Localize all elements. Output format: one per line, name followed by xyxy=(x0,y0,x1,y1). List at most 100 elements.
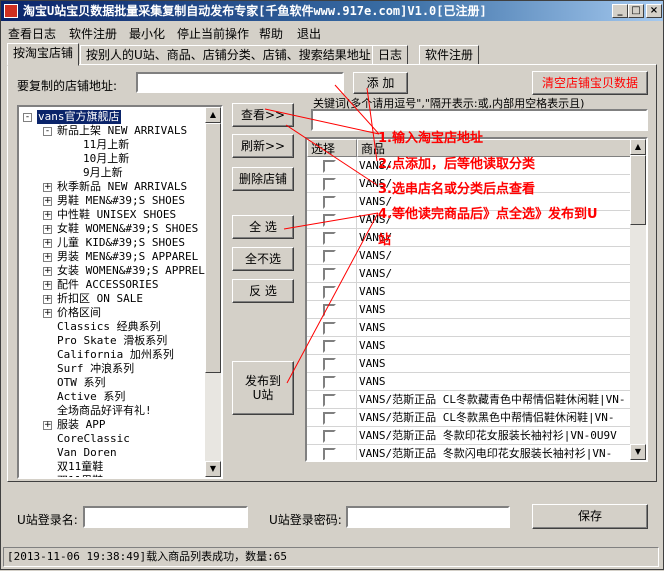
publish-button[interactable]: 发布到 U站 xyxy=(232,361,294,415)
tree-item[interactable]: 配件 ACCESSORIES xyxy=(57,278,158,292)
menu-exit[interactable]: 退出 xyxy=(297,25,321,42)
row-checkbox[interactable] xyxy=(323,448,336,460)
collapse-root-icon[interactable]: - xyxy=(23,113,32,122)
tree-item[interactable]: 中性鞋 UNISEX SHOES xyxy=(57,208,176,222)
close-button[interactable]: × xyxy=(646,4,662,18)
tree-item[interactable]: 男鞋 MEN&#39;S SHOES xyxy=(57,194,185,208)
table-row[interactable]: VANS xyxy=(307,301,632,319)
table-row[interactable]: VANS xyxy=(307,283,632,301)
expand-icon[interactable]: + xyxy=(43,239,52,248)
tree-item[interactable]: 女鞋 WOMEN&#39;S SHOES xyxy=(57,222,198,236)
menu-view-log[interactable]: 查看日志 xyxy=(8,25,56,42)
row-checkbox[interactable] xyxy=(323,268,336,281)
tree-item[interactable]: 价格区间 xyxy=(57,306,101,320)
table-row[interactable]: VANS/范斯正品 冬款闪电印花女服装长袖衬衫|VN- xyxy=(307,445,632,460)
table-row[interactable]: VANS/ xyxy=(307,247,632,265)
category-tree[interactable]: - vans官方旗舰店 - 新品上架 NEW ARRIVALS 11月上新 10月上新… xyxy=(17,105,223,479)
row-checkbox[interactable] xyxy=(323,196,336,209)
scroll-thumb[interactable] xyxy=(205,123,221,373)
maximize-button[interactable]: □ xyxy=(628,4,644,18)
row-checkbox[interactable] xyxy=(323,178,336,191)
table-row[interactable]: VANS/范斯正品 冬款印花女服装长袖衬衫|VN-0U9V xyxy=(307,427,632,445)
table-row[interactable]: VANS xyxy=(307,319,632,337)
save-button[interactable]: 保存 xyxy=(532,504,648,529)
tree-item[interactable]: Van Doren xyxy=(57,446,117,460)
delete-shop-button[interactable]: 删除店铺 xyxy=(232,167,294,191)
tab-by-shop[interactable]: 按淘宝店铺 xyxy=(7,43,80,66)
tree-item[interactable]: 9月上新 xyxy=(83,166,123,180)
menu-minimize[interactable]: 最小化 xyxy=(129,25,165,42)
expand-icon[interactable]: + xyxy=(43,253,52,262)
table-row[interactable]: VANS xyxy=(307,337,632,355)
collapse-icon[interactable]: - xyxy=(43,127,52,136)
tree-item[interactable]: Pro Skate 滑板系列 xyxy=(57,334,167,348)
tab-by-url[interactable]: 按别人的U站、商品、店铺分类、店铺、搜索结果地址 xyxy=(80,45,377,65)
tree-item[interactable]: 服装 APP xyxy=(57,418,106,432)
refresh-button[interactable]: 刷新>> xyxy=(232,134,294,158)
tree-item[interactable]: Surf 冲浪系列 xyxy=(57,362,134,376)
expand-icon[interactable]: + xyxy=(43,197,52,206)
tree-root[interactable]: vans官方旗舰店 xyxy=(37,110,121,124)
expand-icon[interactable]: + xyxy=(43,183,52,192)
expand-icon[interactable]: + xyxy=(43,225,52,234)
invert-selection-button[interactable]: 反 选 xyxy=(232,279,294,303)
shop-url-input[interactable] xyxy=(136,72,344,93)
tree-item[interactable]: 双11男鞋 xyxy=(57,474,103,477)
row-checkbox[interactable] xyxy=(323,322,336,335)
row-checkbox[interactable] xyxy=(323,340,336,353)
clear-shop-data-button[interactable]: 清空店铺宝贝数据 xyxy=(532,71,648,95)
tree-item[interactable]: 全场商品好评有礼! xyxy=(57,404,152,418)
row-checkbox[interactable] xyxy=(323,232,336,245)
tree-item[interactable]: 新品上架 NEW ARRIVALS xyxy=(57,124,187,138)
minimize-button[interactable]: _ xyxy=(612,4,628,18)
table-row[interactable]: VANS xyxy=(307,355,632,373)
table-row[interactable]: VANS/范斯正品 CL冬款藏青色中帮情侣鞋休闲鞋|VN- xyxy=(307,391,632,409)
row-checkbox[interactable] xyxy=(323,250,336,263)
tree-item[interactable]: 11月上新 xyxy=(83,138,129,152)
tree-item[interactable]: 秋季新品 NEW ARRIVALS xyxy=(57,180,187,194)
select-all-button[interactable]: 全 选 xyxy=(232,215,294,239)
view-button[interactable]: 查看>> xyxy=(232,103,294,127)
tab-register[interactable]: 软件注册 xyxy=(419,45,480,65)
expand-icon[interactable]: + xyxy=(43,309,52,318)
grid-scroll-down-icon[interactable]: ▼ xyxy=(630,444,646,460)
tree-item[interactable]: 双11童鞋 xyxy=(57,460,103,474)
scroll-down-icon[interactable]: ▼ xyxy=(205,461,221,477)
row-checkbox[interactable] xyxy=(323,160,336,173)
tree-item[interactable]: Active 系列 xyxy=(57,390,125,404)
row-checkbox[interactable] xyxy=(323,394,336,407)
row-checkbox[interactable] xyxy=(323,214,336,227)
menu-stop[interactable]: 停止当前操作 xyxy=(177,25,249,42)
tree-item[interactable]: OTW 系列 xyxy=(57,376,106,390)
row-checkbox[interactable] xyxy=(323,430,336,443)
grid-scrollbar[interactable]: ▲ ▼ xyxy=(630,139,646,460)
menu-register[interactable]: 软件注册 xyxy=(69,25,117,42)
tree-item[interactable]: 10月上新 xyxy=(83,152,129,166)
grid-scroll-up-icon[interactable]: ▲ xyxy=(630,139,646,155)
tree-item[interactable]: 折扣区 ON SALE xyxy=(57,292,143,306)
expand-icon[interactable]: + xyxy=(43,421,52,430)
tree-item[interactable]: Classics 经典系列 xyxy=(57,320,161,334)
add-button[interactable]: 添 加 xyxy=(353,72,408,94)
table-row[interactable]: VANS/ xyxy=(307,265,632,283)
table-row[interactable]: VANS xyxy=(307,373,632,391)
tree-item[interactable]: 儿童 KID&#39;S SHOES xyxy=(57,236,185,250)
table-row[interactable]: VANS/ xyxy=(307,229,632,247)
table-row[interactable]: VANS/范斯正品 CL冬款黑色中帮情侣鞋休闲鞋|VN- xyxy=(307,409,632,427)
scroll-up-icon[interactable]: ▲ xyxy=(205,107,221,123)
row-checkbox[interactable] xyxy=(323,358,336,371)
column-header-select[interactable]: 选择 xyxy=(307,139,357,157)
username-input[interactable] xyxy=(83,506,248,528)
row-checkbox[interactable] xyxy=(323,304,336,317)
tree-item[interactable]: 男装 MEN&#39;S APPAREL xyxy=(57,250,198,264)
expand-icon[interactable]: + xyxy=(43,211,52,220)
row-checkbox[interactable] xyxy=(323,376,336,389)
select-none-button[interactable]: 全不选 xyxy=(232,247,294,271)
tree-item[interactable]: California 加州系列 xyxy=(57,348,174,362)
grid-scroll-thumb[interactable] xyxy=(630,155,646,225)
expand-icon[interactable]: + xyxy=(43,295,52,304)
tree-scrollbar[interactable]: ▲ ▼ xyxy=(205,107,221,477)
expand-icon[interactable]: + xyxy=(43,281,52,290)
expand-icon[interactable]: + xyxy=(43,267,52,276)
password-input[interactable] xyxy=(346,506,510,528)
